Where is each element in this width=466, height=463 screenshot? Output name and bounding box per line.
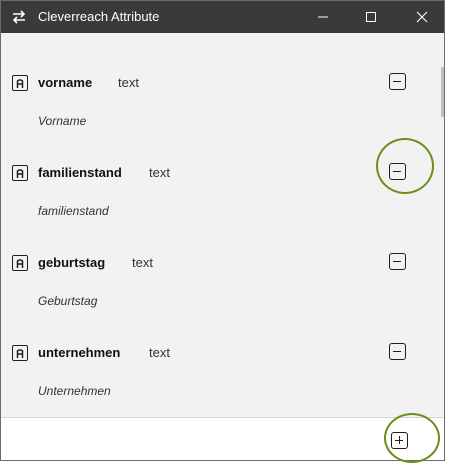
- attribute-list[interactable]: vorname text Vorname familienstand text …: [1, 33, 444, 417]
- attribute-type: text: [149, 165, 170, 180]
- attribute-item-familienstand: familienstand text familienstand: [1, 149, 431, 239]
- attribute-label: Unternehmen: [38, 384, 111, 398]
- maximize-icon: [366, 12, 376, 22]
- attribute-type: text: [118, 75, 139, 90]
- attribute-label: Vorname: [38, 114, 87, 128]
- minimize-button[interactable]: [301, 1, 345, 33]
- attribute-type: text: [132, 255, 153, 270]
- add-attribute-button[interactable]: [391, 432, 408, 449]
- attribute-name: familienstand: [38, 165, 122, 180]
- attribute-item-geburtstag: geburtstag text Geburtstag: [1, 239, 431, 329]
- attribute-item-unternehmen: unternehmen text Unternehmen: [1, 329, 431, 419]
- attribute-icon: [12, 75, 28, 91]
- remove-attribute-button[interactable]: [389, 163, 406, 180]
- window-title: Cleverreach Attribute: [38, 9, 160, 24]
- remove-attribute-button[interactable]: [389, 253, 406, 270]
- title-bar[interactable]: Cleverreach Attribute: [1, 1, 444, 33]
- attribute-label: Geburtstag: [38, 294, 98, 308]
- remove-attribute-button[interactable]: [389, 343, 406, 360]
- remove-attribute-button[interactable]: [389, 73, 406, 90]
- attribute-icon: [12, 165, 28, 181]
- attribute-name: geburtstag: [38, 255, 106, 270]
- attribute-icon: [12, 345, 28, 361]
- attribute-name: vorname: [38, 75, 93, 90]
- minimize-icon: [318, 16, 328, 18]
- attribute-label: familienstand: [38, 204, 109, 218]
- close-icon: [416, 11, 428, 23]
- attribute-type: text: [149, 345, 170, 360]
- footer: [1, 418, 444, 460]
- close-button[interactable]: [400, 1, 444, 33]
- scrollbar-thumb[interactable]: [441, 67, 444, 117]
- attribute-icon: [12, 255, 28, 271]
- maximize-button[interactable]: [349, 1, 393, 33]
- dialog-window: Cleverreach Attribute vorname text Vorna…: [0, 0, 445, 461]
- attribute-item-vorname: vorname text Vorname: [1, 59, 431, 149]
- attribute-name: unternehmen: [38, 345, 121, 360]
- swap-arrows-icon: [12, 10, 26, 24]
